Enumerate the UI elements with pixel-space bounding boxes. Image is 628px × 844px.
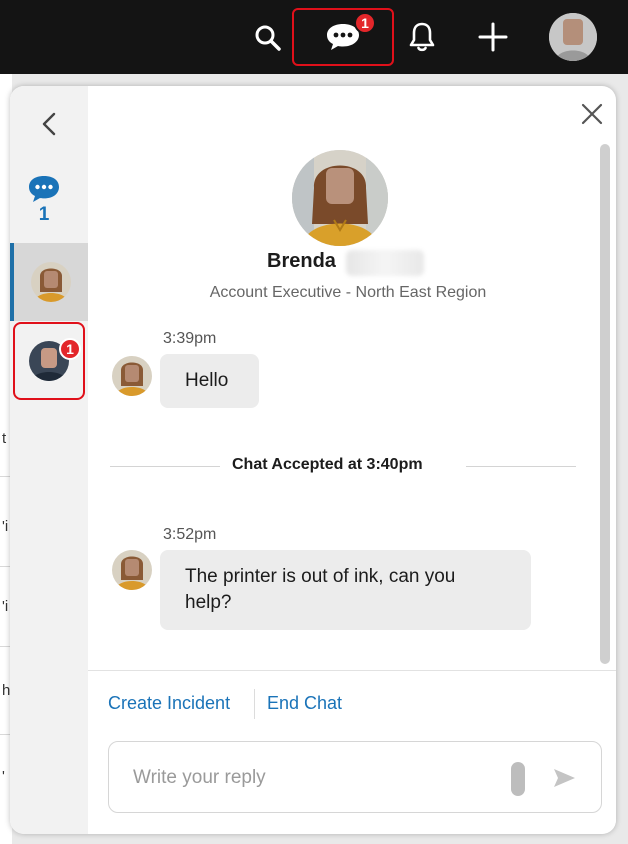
conversation-item-pending[interactable]: 1 [13,322,85,400]
conversation-rail: 1 1 [10,86,88,834]
chat-bubble-icon [29,176,59,202]
background-text: ' [2,768,5,785]
redacted-surname [346,250,424,276]
search-icon [255,25,281,51]
bell-icon [409,22,435,52]
divider-line-right [466,466,576,467]
background-text: 'i [2,598,9,615]
reply-box [108,741,602,813]
contact-name: Brenda [267,250,336,272]
active-chat-count: 1 [38,204,50,225]
reply-input[interactable] [133,762,493,794]
attachment-button[interactable] [511,762,525,796]
scrollbar[interactable] [600,144,610,664]
background-text: t [2,430,7,447]
avatar [31,262,71,302]
contact-title: Account Executive - North East Region [209,284,487,301]
send-icon[interactable] [551,766,577,790]
action-separator [254,689,255,719]
end-chat-link[interactable]: End Chat [267,693,342,714]
message-avatar [112,356,152,396]
close-icon [581,103,603,125]
message-timestamp: 3:39pm [163,330,217,347]
back-button[interactable] [34,106,64,142]
user-avatar[interactable] [549,13,597,61]
unread-badge: 1 [59,338,81,360]
add-button[interactable] [474,18,512,56]
message-avatar [112,550,152,590]
profile-avatar [292,150,388,246]
create-incident-link[interactable]: Create Incident [108,693,230,714]
search-button[interactable] [250,20,286,56]
background-text: 'i [2,518,9,535]
message-bubble: Hello [160,354,259,408]
close-button[interactable] [576,98,608,130]
notifications-button[interactable] [404,18,440,56]
user-avatar-image [549,13,597,61]
divider-line-left [110,466,220,467]
conversation-item-brenda[interactable] [10,243,88,321]
chat-button[interactable]: 1 [292,8,394,66]
chat-accepted-divider: Chat Accepted at 3:40pm [232,456,423,473]
message-bubble: The printer is out of ink, can you help? [160,550,531,630]
chat-badge: 1 [354,12,376,34]
chat-footer: Create Incident End Chat [88,670,616,834]
chat-panel: 1 1 Brenda Account Executive - North Eas… [10,86,616,834]
top-navigation-bar: 1 [0,0,628,74]
plus-icon [478,22,508,52]
chevron-left-icon [42,112,56,136]
message-timestamp: 3:52pm [163,526,217,543]
